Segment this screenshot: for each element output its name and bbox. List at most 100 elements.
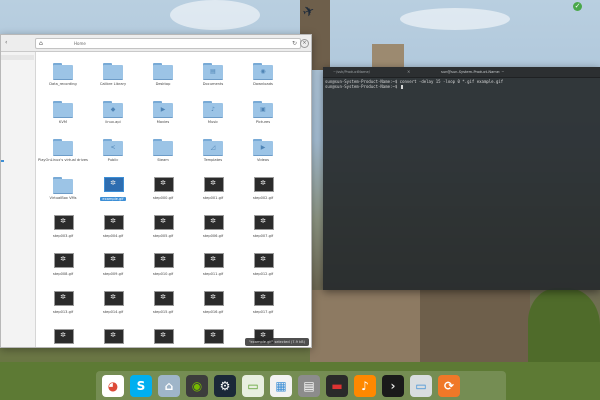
file-item[interactable]: ✲	[38, 328, 88, 347]
update-icon[interactable]: ⟳	[438, 374, 460, 397]
reload-icon[interactable]: ↻	[292, 40, 297, 47]
screen-recorder-icon[interactable]: ▬	[326, 374, 348, 397]
file-item[interactable]: ✲ step006.gif	[188, 214, 238, 252]
folder-item[interactable]: < Public	[88, 138, 138, 176]
item-label: Documents	[188, 82, 238, 86]
screenshot-icon[interactable]: ▭	[410, 374, 432, 397]
system-monitor-icon[interactable]: ▭	[242, 374, 264, 397]
file-item[interactable]: ✲ step015.gif	[138, 290, 188, 328]
path-bar[interactable]: ⌂ Home ↻	[35, 38, 301, 49]
close-button[interactable]: ×	[300, 39, 309, 48]
item-label: step015.gif	[138, 310, 188, 314]
file-item[interactable]: ✲ step014.gif	[88, 290, 138, 328]
dock-glyph: ♪	[361, 378, 369, 393]
settings-icon[interactable]: ▤	[298, 374, 320, 397]
file-item[interactable]: ✲ step011.gif	[188, 252, 238, 290]
gif-thumbnail-icon: ✲	[103, 252, 124, 269]
folder-item[interactable]: Steam	[138, 138, 188, 176]
tray-status-icon[interactable]: ✓	[573, 2, 582, 11]
music-folder-icon: ♪	[203, 100, 223, 118]
item-label: KVM	[38, 120, 88, 124]
folder-item[interactable]: ◉ Downloads	[238, 62, 288, 100]
files-icon[interactable]: ⌂	[158, 374, 180, 397]
vlc-icon[interactable]: ♪	[354, 374, 376, 397]
folder-item[interactable]: PlayOnLinux's virtual drives	[38, 138, 88, 176]
file-item[interactable]: ✲ step017.gif	[238, 290, 288, 328]
folder-item[interactable]: ▶ Movies	[138, 100, 188, 138]
file-item[interactable]: ✲ step012.gif	[238, 252, 288, 290]
file-item[interactable]: ✲ step005.gif	[138, 214, 188, 252]
item-glyph: ✲	[60, 293, 66, 301]
file-item[interactable]: ✲ step010.gif	[138, 252, 188, 290]
item-label: step006.gif	[188, 234, 238, 238]
folder-item[interactable]: Calibre Library	[88, 62, 138, 100]
item-label-text: step017.gif	[252, 310, 274, 314]
file-item[interactable]: ✲ step001.gif	[188, 176, 238, 214]
file-item[interactable]: ✲	[138, 328, 188, 347]
item-glyph: ✲	[160, 293, 166, 301]
nvidia-icon[interactable]: ◉	[186, 374, 208, 397]
text-editor-icon[interactable]: ▦	[270, 374, 292, 397]
folder-item[interactable]: ◿ Templates	[188, 138, 238, 176]
folder-item[interactable]: VirtualBox VMs	[38, 176, 88, 214]
home-icon[interactable]: ⌂	[39, 40, 43, 47]
item-label: step016.gif	[188, 310, 238, 314]
item-glyph: ✲	[210, 217, 216, 225]
item-glyph: <	[110, 144, 116, 151]
folder-item[interactable]: KVM	[38, 100, 88, 138]
item-label-text: Steam	[157, 158, 169, 162]
item-label: Steam	[138, 158, 188, 162]
wallpaper-wall	[310, 290, 420, 370]
terminal-icon[interactable]: ›	[382, 374, 404, 397]
dock-glyph: ▦	[275, 378, 287, 393]
chrome-icon[interactable]: ◕	[102, 374, 124, 397]
item-label-text: Documents	[202, 82, 224, 86]
steam-icon[interactable]: ⚙	[214, 374, 236, 397]
folder-item[interactable]: ◆ linux.api	[88, 100, 138, 138]
gif-thumbnail-icon: ✲	[53, 252, 74, 269]
item-label: Movies	[138, 120, 188, 124]
folder-icon	[53, 100, 73, 118]
file-item[interactable]: ✲ step002.gif	[238, 176, 288, 214]
folder-item[interactable]: Desktop	[138, 62, 188, 100]
dock-glyph: ▭	[415, 378, 427, 393]
dock-glyph: ›	[390, 378, 396, 393]
item-glyph: ✲	[210, 179, 216, 187]
file-item[interactable]: ✲ step009.gif	[88, 252, 138, 290]
folder-item[interactable]: Data_recording	[38, 62, 88, 100]
templates-folder-icon: ◿	[203, 138, 223, 156]
file-item[interactable]: ✲	[88, 328, 138, 347]
item-label-text: step014.gif	[102, 310, 124, 314]
file-item[interactable]: ✲ step016.gif	[188, 290, 238, 328]
sidebar-item[interactable]	[1, 55, 34, 60]
file-grid: Data_recording Calibre Library Desktop ▤ Doc…	[38, 62, 288, 347]
dock-glyph: ▬	[331, 378, 343, 393]
file-item[interactable]: ✲	[188, 328, 238, 347]
item-label: PlayOnLinux's virtual drives	[38, 158, 88, 162]
folder-item[interactable]: ▤ Documents	[188, 62, 238, 100]
downloads-folder-icon: ◉	[253, 62, 273, 80]
pictures-folder-icon: ▣	[253, 100, 273, 118]
terminal-tab[interactable]: ~/ssh/ProductName/	[333, 69, 370, 75]
file-item[interactable]: ✲ step003.gif	[38, 214, 88, 252]
folder-item[interactable]: ▶ Videos	[238, 138, 288, 176]
file-item[interactable]: ✲ step004.gif	[88, 214, 138, 252]
item-label-text: Movies	[156, 120, 170, 124]
file-item[interactable]: ✲ step000.gif	[138, 176, 188, 214]
gif-thumbnail-icon: ✲	[203, 252, 224, 269]
folder-item[interactable]: ♪ Music	[188, 100, 238, 138]
skype-icon[interactable]: S	[130, 374, 152, 397]
file-item[interactable]: ✲ step013.gif	[38, 290, 88, 328]
movies-folder-icon: ▶	[153, 100, 173, 118]
back-arrow-icon[interactable]: ‹	[5, 39, 15, 47]
tab-close-icon[interactable]: ×	[407, 69, 410, 75]
terminal-output[interactable]: sun@sun-System-Product-Name:~$ convert -…	[325, 79, 598, 288]
item-glyph: ◆	[110, 106, 116, 113]
folder-item[interactable]: ▣ Pictures	[238, 100, 288, 138]
breadcrumb-home[interactable]: Home	[74, 40, 86, 47]
item-label: Videos	[238, 158, 288, 162]
sidebar-item[interactable]	[1, 160, 4, 162]
file-item[interactable]: ✲ step008.gif	[38, 252, 88, 290]
file-item[interactable]: ✲ example.gif	[88, 176, 138, 214]
file-item[interactable]: ✲ step007.gif	[238, 214, 288, 252]
